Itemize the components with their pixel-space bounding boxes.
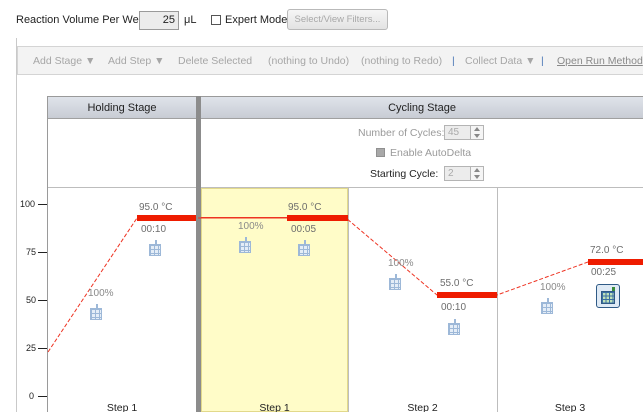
open-run-method-button[interactable]: Open Run Method	[557, 55, 643, 67]
step-label: Step 1	[106, 402, 138, 412]
plateau-bar-cycling-step-1-hold	[287, 215, 348, 221]
step-temperature[interactable]: 55.0 °C	[440, 278, 473, 289]
collect-data-icon[interactable]	[389, 274, 403, 291]
step-label: Step 2	[407, 402, 438, 412]
collect-data-icon[interactable]	[90, 304, 104, 321]
step-time[interactable]: 00:10	[141, 224, 166, 235]
step-temperature[interactable]: 72.0 °C	[590, 245, 623, 256]
step-label: Step 1	[259, 402, 290, 412]
reaction-volume-unit: μL	[184, 14, 197, 26]
undo-button[interactable]: (nothing to Undo)	[268, 55, 349, 67]
plateau-bar-cycling-step-2	[437, 292, 497, 298]
collect-data-menu[interactable]: Collect Data ▼	[465, 55, 536, 67]
delete-selected-button[interactable]: Delete Selected	[178, 55, 252, 67]
add-stage-menu[interactable]: Add Stage ▼	[33, 55, 95, 67]
ramp-rate[interactable]: 100%	[388, 258, 414, 269]
plateau-bar-cycling-step-3	[588, 259, 643, 265]
step-time[interactable]: 00:25	[591, 267, 616, 278]
step-temperature[interactable]: 95.0 °C	[288, 202, 321, 213]
toolbar: Add Stage ▼ Add Step ▼ Delete Selected (…	[17, 46, 643, 75]
collect-data-icon[interactable]	[149, 240, 163, 257]
ramp-rate[interactable]: 100%	[540, 282, 566, 293]
collect-data-icon[interactable]	[298, 240, 312, 257]
plateau-bar-cycling-step-1	[201, 217, 287, 219]
expert-mode-label: Expert Mode	[225, 14, 288, 26]
step-temperature[interactable]: 95.0 °C	[139, 202, 172, 213]
reaction-volume-input[interactable]: 25	[139, 11, 179, 30]
plateau-bar-holding-step-1	[137, 215, 196, 221]
toolbar-separator: |	[541, 55, 544, 67]
temperature-profile-graph	[47, 215, 643, 353]
step-time[interactable]: 00:05	[291, 224, 316, 235]
select-view-filters-button[interactable]: Select/View Filters...	[287, 9, 388, 30]
ramp-rate[interactable]: 100%	[88, 288, 114, 299]
thermal-profile: Holding Stage Cycling Stage Number of Cy…	[0, 84, 643, 412]
step-time[interactable]: 00:10	[441, 302, 466, 313]
toolbar-separator: |	[452, 55, 455, 67]
collect-data-active-icon[interactable]	[596, 284, 620, 308]
ramp-rate[interactable]: 100%	[238, 221, 264, 232]
collect-data-icon[interactable]	[448, 319, 462, 336]
top-bar: Reaction Volume Per Well 25 μL Expert Mo…	[0, 0, 643, 38]
step-label: Step 3	[554, 402, 586, 412]
reaction-volume-label: Reaction Volume Per Well	[16, 14, 144, 26]
collect-data-icon[interactable]	[541, 298, 555, 315]
expert-mode-checkbox[interactable]	[211, 15, 221, 25]
redo-button[interactable]: (nothing to Redo)	[361, 55, 442, 67]
add-step-menu[interactable]: Add Step ▼	[108, 55, 165, 67]
collect-data-icon[interactable]	[239, 237, 253, 254]
